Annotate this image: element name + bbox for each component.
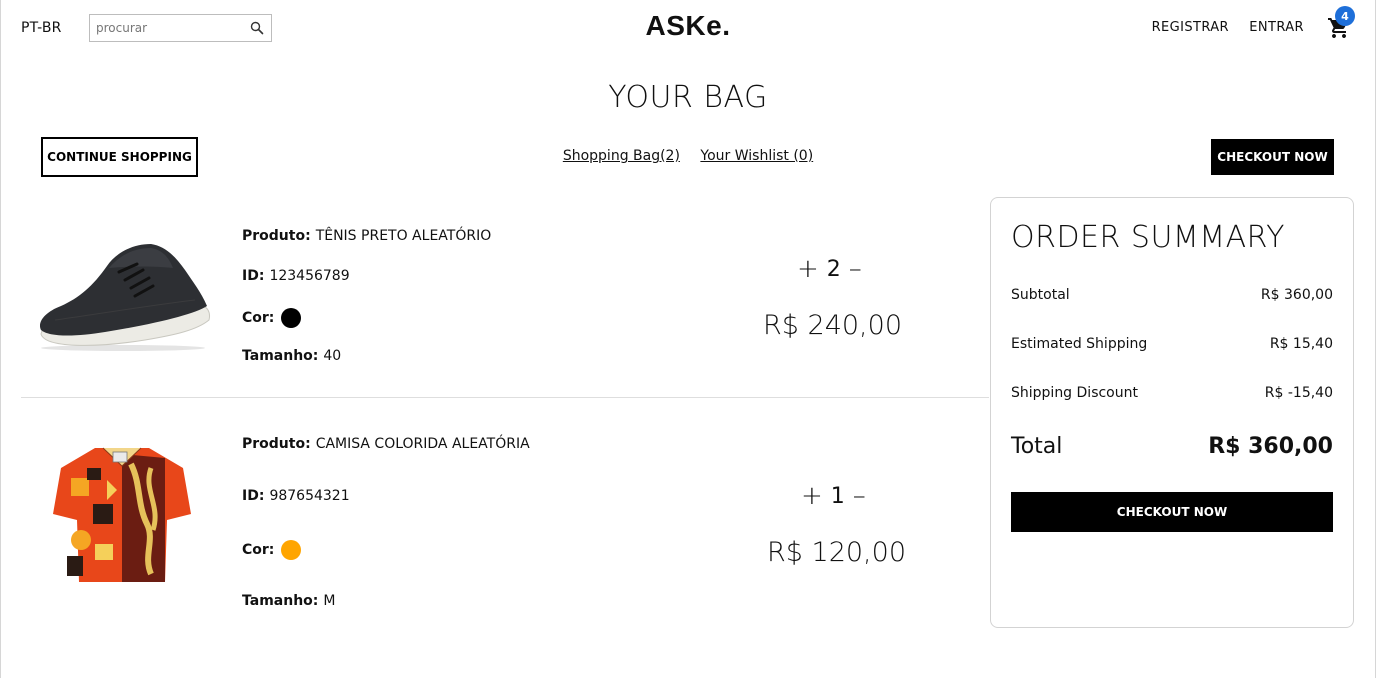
minus-icon[interactable]: – [853,483,866,509]
order-summary: ORDER SUMMARY Subtotal R$ 360,00 Estimat… [990,197,1354,628]
search-input[interactable] [90,15,240,41]
product-size-field: Tamanho: 40 [242,348,341,364]
summary-title: ORDER SUMMARY [1011,220,1285,255]
product-price: R$ 120,00 [767,537,906,568]
product-label: Produto: [242,228,311,244]
quantity-stepper: + 2 – [797,256,862,282]
product-size: M [323,593,336,609]
size-label: Tamanho: [242,593,319,609]
bag-tabs: Shopping Bag(2) Your Wishlist (0) [1,148,1375,164]
tab-shopping-bag[interactable]: Shopping Bag(2) [563,148,680,164]
product-id: 123456789 [269,268,350,284]
product-color-field: Cor: [242,308,302,328]
color-swatch [281,540,302,560]
color-label: Cor: [242,310,275,326]
shipping-label: Estimated Shipping [1011,336,1148,352]
product-image-sneaker[interactable] [35,236,213,352]
product-name: CAMISA COLORIDA ALEATÓRIA [315,436,530,452]
id-label: ID: [242,268,265,284]
quantity-value: 1 [830,483,845,509]
discount-value: R$ -15,40 [1264,385,1333,401]
product-image-shirt[interactable] [51,444,193,584]
summary-row-discount: Shipping Discount R$ -15,40 [1011,385,1333,401]
nav-right: REGISTRAR ENTRAR 4 [1075,0,1375,56]
product-label: Produto: [242,436,311,452]
discount-label: Shipping Discount [1011,385,1138,401]
plus-icon[interactable]: + [797,256,819,282]
checkout-now-button[interactable]: CHECKOUT NOW [1011,492,1333,532]
login-link[interactable]: ENTRAR [1249,20,1304,35]
product-name-field: Produto: TÊNIS PRETO ALEATÓRIO [242,228,491,244]
id-label: ID: [242,488,265,504]
search-box[interactable] [89,14,272,42]
size-label: Tamanho: [242,348,319,364]
summary-row-total: Total R$ 360,00 [1011,434,1333,459]
quantity-stepper: + 1 – [801,483,866,509]
product-price: R$ 240,00 [763,310,902,341]
minus-icon[interactable]: – [849,256,862,282]
product-color-field: Cor: [242,540,302,560]
product-id: 987654321 [269,488,350,504]
register-link[interactable]: REGISTRAR [1152,20,1229,35]
shipping-value: R$ 15,40 [1269,336,1333,352]
summary-row-shipping: Estimated Shipping R$ 15,40 [1011,336,1333,352]
cart-badge: 4 [1335,6,1355,26]
language-selector[interactable]: PT-BR [21,20,62,36]
tab-wishlist[interactable]: Your Wishlist (0) [700,148,813,164]
summary-row-subtotal: Subtotal R$ 360,00 [1011,287,1333,303]
navbar: PT-BR ASKe. REGISTRAR ENTRAR 4 [1,0,1375,56]
color-label: Cor: [242,542,275,558]
checkout-now-button-top[interactable]: CHECKOUT NOW [1211,139,1334,175]
plus-icon[interactable]: + [801,483,823,509]
cart-item: Produto: CAMISA COLORIDA ALEATÓRIA ID: 9… [21,400,989,638]
quantity-value: 2 [826,256,841,282]
product-id-field: ID: 123456789 [242,268,350,284]
color-swatch [281,308,302,328]
product-name-field: Produto: CAMISA COLORIDA ALEATÓRIA [242,436,530,452]
product-id-field: ID: 987654321 [242,488,350,504]
search-icon[interactable] [250,21,264,35]
product-size: 40 [323,348,342,364]
product-size-field: Tamanho: M [242,593,335,609]
page-title: YOUR BAG [608,80,768,115]
product-name: TÊNIS PRETO ALEATÓRIO [315,228,492,244]
total-value: R$ 360,00 [1208,434,1333,459]
cart-item: Produto: TÊNIS PRETO ALEATÓRIO ID: 12345… [21,200,989,398]
total-label: Total [1011,434,1063,459]
subtotal-value: R$ 360,00 [1260,287,1333,303]
subtotal-label: Subtotal [1011,287,1070,303]
